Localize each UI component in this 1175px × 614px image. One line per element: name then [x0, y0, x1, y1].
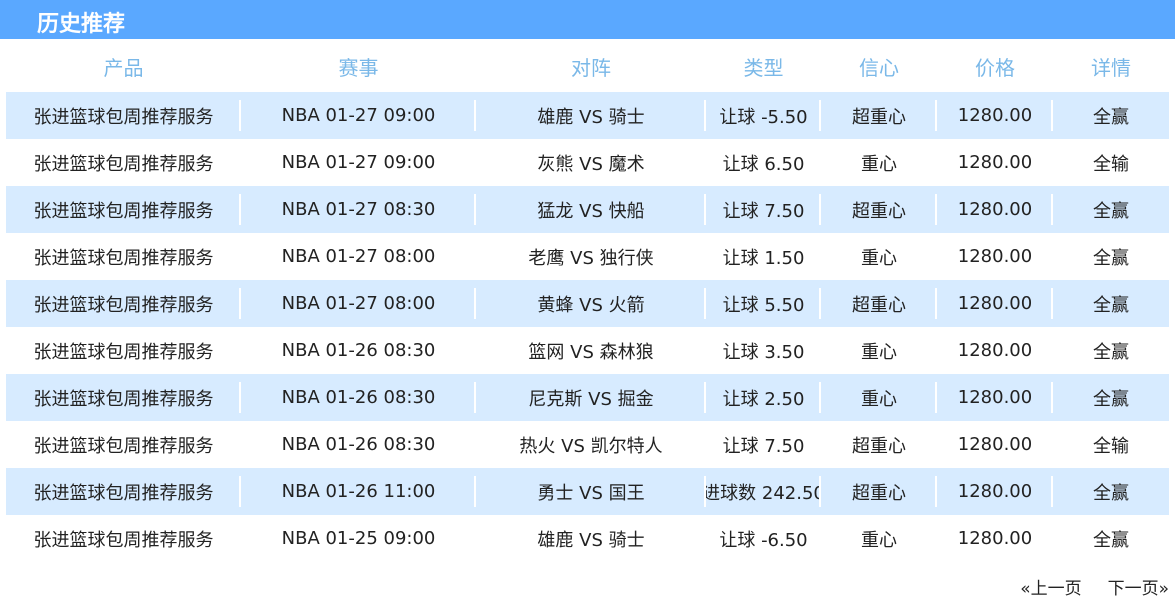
cell-matchup: 雄鹿 VS 骑士: [537, 529, 645, 551]
table-row: 张进篮球包周推荐服务 NBA 01-26 08:30 热火 VS 凯尔特人 让球 7.…: [6, 421, 1169, 468]
cell-price: 1280.00: [957, 152, 1033, 173]
cell-confidence: 重心: [861, 529, 897, 551]
cell-confidence: 重心: [861, 153, 897, 175]
cell-matchup: 老鹰 VS 独行侠: [528, 247, 654, 269]
table-row: 张进篮球包周推荐服务 NBA 01-27 09:00 灰熊 VS 魔术 让球 6.50…: [6, 139, 1169, 186]
cell-price: 1280.00: [937, 468, 1053, 515]
table-row: 张进篮球包周推荐服务 NBA 01-26 08:30 篮网 VS 森林狼 让球 3.5…: [6, 327, 1169, 374]
cell-product: 张进篮球包周推荐服务: [6, 280, 241, 327]
table-row: 张进篮球包周推荐服务 NBA 01-25 09:00 雄鹿 VS 骑士 让球 -6.5…: [6, 515, 1169, 562]
cell-confidence: 重心: [861, 247, 897, 269]
cell-details: 全赢: [1093, 341, 1129, 363]
cell-product: 张进篮球包周推荐服务: [33, 435, 214, 457]
cell-type: 让球 5.50: [706, 280, 821, 327]
cell-product: 张进篮球包周推荐服务: [6, 468, 241, 515]
cell-type: 让球 6.50: [722, 153, 805, 175]
cell-price: 1280.00: [957, 246, 1033, 267]
cell-type: 让球 -6.50: [719, 529, 808, 551]
cell-type: 让球 2.50: [706, 374, 821, 421]
cell-type: 让球 7.50: [722, 435, 805, 457]
column-header-event: 赛事: [338, 55, 379, 80]
cell-confidence: 超重心: [821, 280, 937, 327]
cell-price: 1280.00: [957, 340, 1033, 361]
pagination: «上一页 下一页»: [1020, 574, 1169, 599]
title-bar: 历史推荐: [0, 0, 1175, 39]
table-row: 张进篮球包周推荐服务 NBA 01-27 09:00 雄鹿 VS 骑士 让球 -5.5…: [6, 92, 1169, 139]
cell-confidence: 超重心: [821, 92, 937, 139]
next-page-link[interactable]: 下一页»: [1108, 574, 1169, 599]
cell-event: NBA 01-26 08:30: [281, 340, 436, 361]
cell-product: 张进篮球包周推荐服务: [33, 341, 214, 363]
table-header: 产品 赛事 对阵 类型 信心 价格 详情: [6, 46, 1169, 86]
cell-event: NBA 01-26 11:00: [241, 468, 476, 515]
cell-type: 让球 7.50: [706, 186, 821, 233]
cell-details: 全赢: [1093, 106, 1129, 128]
table-row: 张进篮球包周推荐服务 NBA 01-27 08:00 老鹰 VS 独行侠 让球 1.5…: [6, 233, 1169, 280]
cell-price: 1280.00: [957, 434, 1033, 455]
column-header-details: 详情: [1091, 55, 1131, 80]
cell-price: 1280.00: [957, 528, 1033, 549]
cell-event: NBA 01-27 08:00: [241, 280, 476, 327]
cell-price: 1280.00: [937, 374, 1053, 421]
cell-confidence: 超重心: [821, 186, 937, 233]
cell-event: NBA 01-25 09:00: [281, 528, 436, 549]
column-header-confidence: 信心: [859, 55, 899, 80]
cell-price: 1280.00: [937, 280, 1053, 327]
cell-price: 1280.00: [937, 186, 1053, 233]
cell-product: 张进篮球包周推荐服务: [33, 529, 214, 551]
cell-details: 全输: [1093, 435, 1129, 457]
cell-event: NBA 01-27 08:30: [241, 186, 476, 233]
cell-details: 全赢: [1093, 294, 1129, 316]
cell-confidence: 超重心: [821, 468, 937, 515]
cell-details: 全输: [1093, 153, 1129, 175]
cell-confidence: 超重心: [852, 435, 906, 457]
cell-type: 进球数 242.50: [706, 468, 821, 515]
cell-event: NBA 01-27 09:00: [241, 92, 476, 139]
cell-matchup: 黄蜂 VS 火箭: [476, 280, 706, 327]
table-body: 张进篮球包周推荐服务 NBA 01-27 09:00 雄鹿 VS 骑士 让球 -5.5…: [6, 92, 1169, 562]
page-title: 历史推荐: [37, 12, 126, 37]
cell-matchup: 尼克斯 VS 掘金: [476, 374, 706, 421]
cell-matchup: 猛龙 VS 快船: [476, 186, 706, 233]
cell-event: NBA 01-26 08:30: [281, 434, 436, 455]
column-header-price: 价格: [975, 55, 1015, 80]
cell-matchup: 雄鹿 VS 骑士: [476, 92, 706, 139]
cell-type: 让球 3.50: [722, 341, 805, 363]
cell-product: 张进篮球包周推荐服务: [6, 374, 241, 421]
cell-type: 让球 -5.50: [706, 92, 821, 139]
cell-product: 张进篮球包周推荐服务: [33, 153, 214, 175]
table-row: 张进篮球包周推荐服务 NBA 01-27 08:30 猛龙 VS 快船 让球 7.50…: [6, 186, 1169, 233]
cell-details: 全赢: [1093, 482, 1129, 504]
column-header-matchup: 对阵: [571, 55, 611, 80]
table-row: 张进篮球包周推荐服务 NBA 01-26 08:30 尼克斯 VS 掘金 让球 2.5…: [6, 374, 1169, 421]
cell-event: NBA 01-27 08:00: [281, 246, 436, 267]
table-row: 张进篮球包周推荐服务 NBA 01-26 11:00 勇士 VS 国王 进球数 242…: [6, 468, 1169, 515]
cell-product: 张进篮球包周推荐服务: [6, 92, 241, 139]
cell-event: NBA 01-26 08:30: [241, 374, 476, 421]
column-header-type: 类型: [743, 55, 784, 80]
cell-type: 让球 1.50: [722, 247, 805, 269]
table-row: 张进篮球包周推荐服务 NBA 01-27 08:00 黄蜂 VS 火箭 让球 5.50…: [6, 280, 1169, 327]
cell-confidence: 重心: [821, 374, 937, 421]
cell-details: 全赢: [1093, 200, 1129, 222]
prev-page-link[interactable]: «上一页: [1020, 574, 1081, 599]
cell-details: 全赢: [1093, 529, 1129, 551]
cell-product: 张进篮球包周推荐服务: [33, 247, 214, 269]
cell-details: 全赢: [1093, 247, 1129, 269]
cell-product: 张进篮球包周推荐服务: [6, 186, 241, 233]
cell-matchup: 篮网 VS 森林狼: [528, 341, 654, 363]
cell-matchup: 勇士 VS 国王: [476, 468, 706, 515]
cell-matchup: 灰熊 VS 魔术: [537, 153, 645, 175]
cell-event: NBA 01-27 09:00: [281, 152, 436, 173]
column-header-product: 产品: [103, 55, 144, 80]
cell-matchup: 热火 VS 凯尔特人: [519, 435, 663, 457]
cell-details: 全赢: [1093, 388, 1129, 410]
cell-price: 1280.00: [937, 92, 1053, 139]
cell-confidence: 重心: [861, 341, 897, 363]
